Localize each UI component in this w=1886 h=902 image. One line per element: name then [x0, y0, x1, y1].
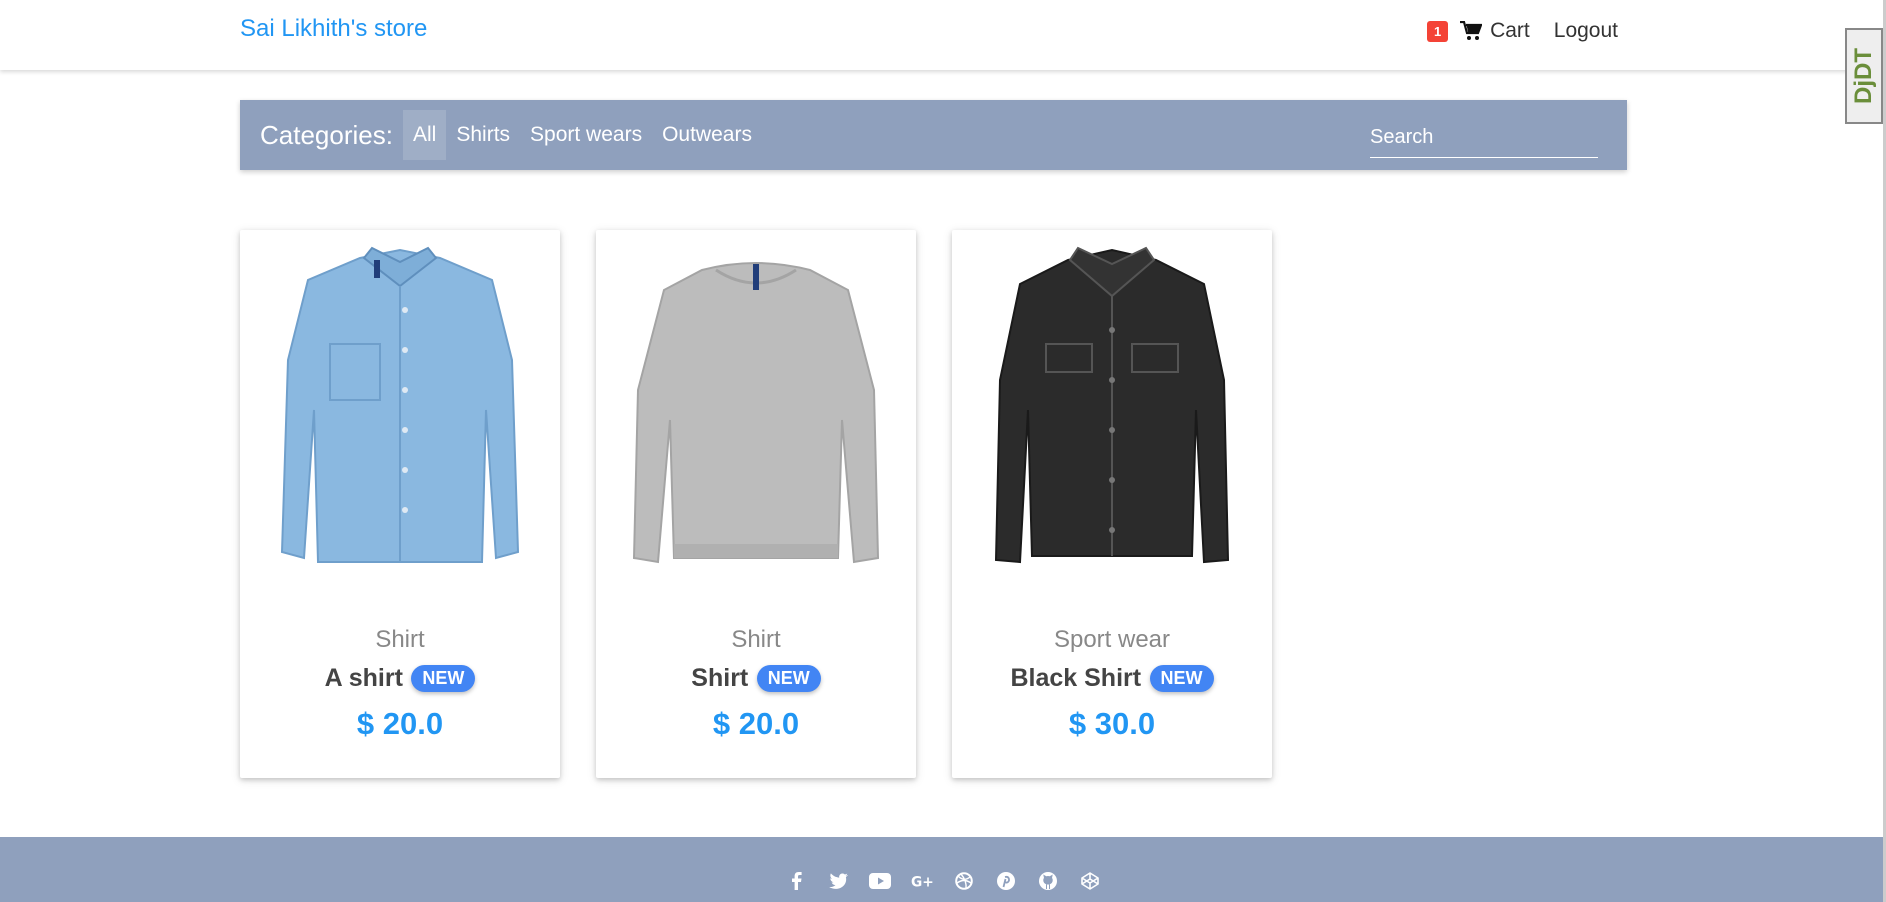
product-price: $ 20.0	[356, 706, 444, 741]
nav-right: 1 Cart Logout	[1427, 18, 1618, 44]
twitter-icon[interactable]	[827, 870, 849, 892]
categories-title: Categories:	[260, 120, 393, 150]
product-price: $ 20.0	[712, 706, 800, 741]
product-category: Shirt	[731, 626, 781, 653]
github-icon[interactable]	[1037, 870, 1059, 892]
product-title-row: A shirt NEW	[240, 664, 560, 693]
product-price: $ 30.0	[1068, 706, 1156, 741]
product-category: Shirt	[375, 626, 425, 653]
category-tab-outwears[interactable]: Outwears	[652, 110, 762, 160]
category-tabs: All Shirts Sport wears Outwears	[403, 110, 762, 160]
category-tab-sport-wears[interactable]: Sport wears	[520, 110, 652, 160]
category-tab-shirts[interactable]: Shirts	[446, 110, 520, 160]
new-badge: NEW	[411, 665, 476, 692]
dribbble-icon[interactable]	[953, 870, 975, 892]
facebook-icon[interactable]	[785, 870, 807, 892]
debug-toolbar-handle[interactable]: DjDT	[1845, 28, 1883, 124]
search-input[interactable]	[1370, 118, 1598, 158]
denim-shirt-image	[280, 246, 520, 563]
codepen-icon[interactable]	[1079, 870, 1101, 892]
navbar: Sai Likhith's store 1 Cart Logout	[0, 0, 1886, 70]
product-card[interactable]: Shirt Shirt NEW $ 20.0	[596, 230, 916, 778]
new-badge: NEW	[1149, 665, 1214, 692]
youtube-icon[interactable]	[869, 870, 891, 892]
social-links: G+	[0, 870, 1886, 892]
cart-link[interactable]: Cart	[1460, 19, 1530, 43]
cart-label: Cart	[1490, 19, 1530, 42]
grey-sweatshirt-image	[632, 262, 880, 564]
pinterest-icon[interactable]	[995, 870, 1017, 892]
product-card[interactable]: Shirt A shirt NEW $ 20.0	[240, 230, 560, 778]
logout-link[interactable]: Logout	[1554, 19, 1618, 43]
product-title-row: Shirt NEW	[596, 664, 916, 693]
cart-icon	[1460, 21, 1483, 40]
new-badge: NEW	[756, 665, 821, 692]
product-title: Shirt	[691, 664, 749, 692]
svg-text:G+: G+	[911, 875, 933, 890]
categories-bar: Categories: All Shirts Sport wears Outwe…	[240, 100, 1627, 170]
debug-toolbar-label: DjDT	[1850, 48, 1877, 104]
product-category: Sport wear	[1053, 626, 1171, 653]
product-title: A shirt	[324, 664, 403, 692]
google-plus-icon[interactable]: G+	[911, 870, 933, 892]
category-tab-all[interactable]: All	[403, 110, 447, 160]
product-title-row: Black Shirt NEW	[952, 664, 1272, 693]
store-brand-link[interactable]: Sai Likhith's store	[240, 15, 427, 43]
product-card[interactable]: Sport wear Black Shirt NEW $ 30.0	[952, 230, 1272, 778]
black-denim-jacket-image	[994, 246, 1230, 564]
cart-count-badge: 1	[1427, 20, 1449, 42]
product-title: Black Shirt	[1010, 664, 1142, 692]
